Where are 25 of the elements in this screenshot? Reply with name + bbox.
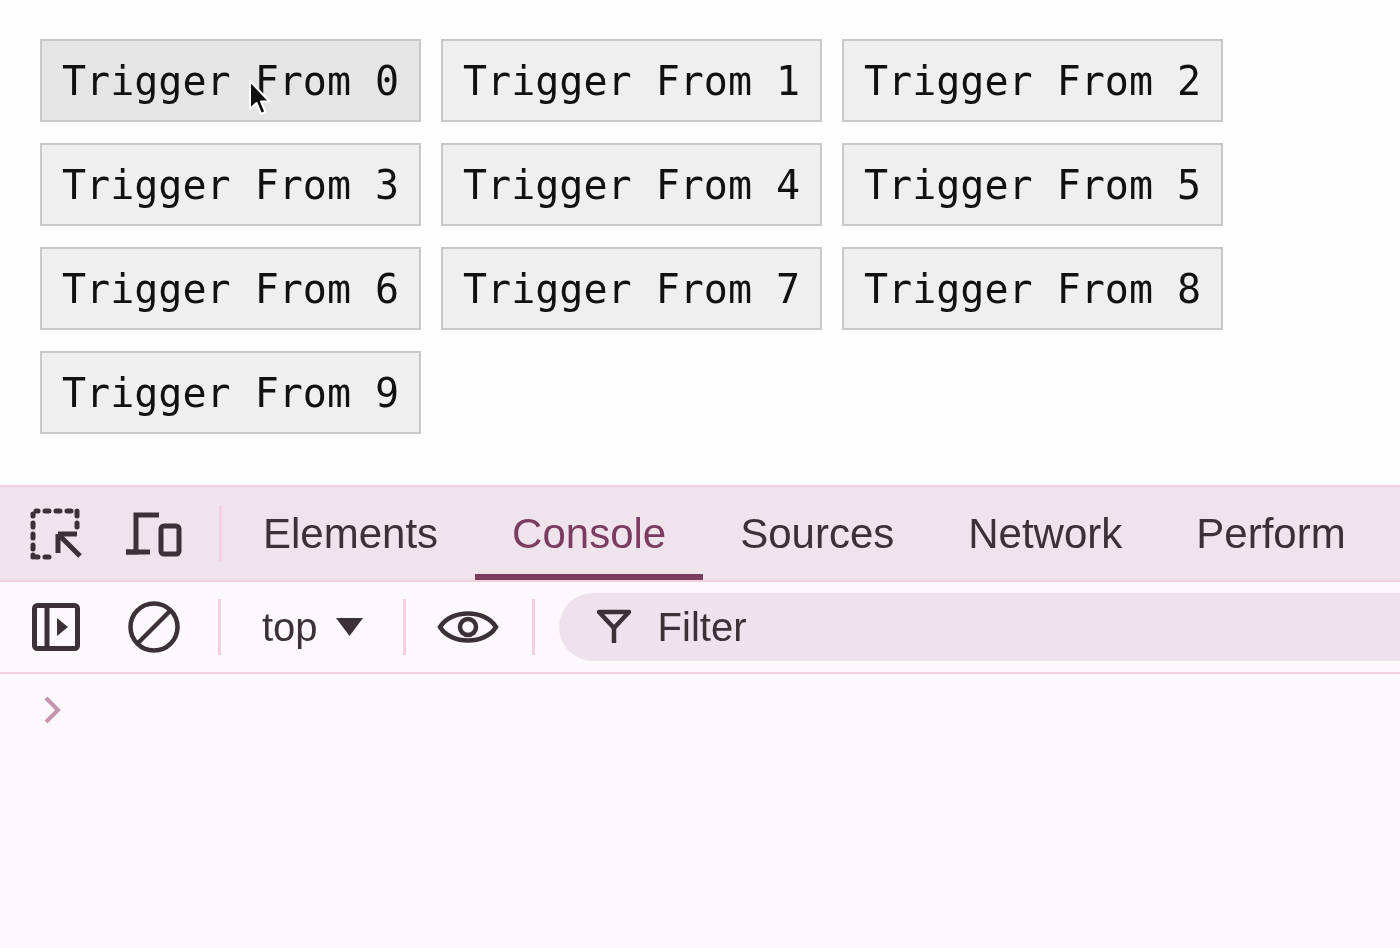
- trigger-button[interactable]: Trigger From 2: [842, 39, 1223, 122]
- trigger-button[interactable]: Trigger From 3: [40, 143, 421, 226]
- dropdown-caret-icon: [335, 618, 363, 636]
- trigger-button[interactable]: Trigger From 7: [441, 247, 822, 330]
- devtools-tab[interactable]: Console: [475, 487, 704, 580]
- trigger-button[interactable]: Trigger From 6: [40, 247, 421, 330]
- devtools-tab[interactable]: Sources: [703, 487, 932, 580]
- trigger-button[interactable]: Trigger From 4: [441, 143, 822, 226]
- filter-input[interactable]: Filter: [657, 604, 1400, 650]
- trigger-button[interactable]: Trigger From 8: [842, 247, 1223, 330]
- clear-console-icon[interactable]: [128, 601, 180, 653]
- context-selector[interactable]: top: [262, 607, 363, 647]
- trigger-button[interactable]: Trigger From 9: [40, 351, 421, 434]
- console-prompt-icon: [42, 696, 62, 724]
- trigger-button[interactable]: Trigger From 0: [40, 39, 421, 122]
- sidebar-toggle-icon[interactable]: [32, 603, 80, 651]
- filter-icon: [596, 609, 631, 645]
- trigger-button[interactable]: Trigger From 5: [842, 143, 1223, 226]
- inspect-element-icon[interactable]: [30, 507, 82, 560]
- device-toolbar-icon[interactable]: [126, 510, 182, 557]
- trigger-button[interactable]: Trigger From 1: [441, 39, 822, 122]
- devtools-tab[interactable]: Elements: [226, 487, 476, 580]
- devtools-tab[interactable]: Perform: [1159, 487, 1383, 580]
- filter-field[interactable]: Filter: [558, 593, 1400, 661]
- devtools-tab[interactable]: Network: [931, 487, 1160, 580]
